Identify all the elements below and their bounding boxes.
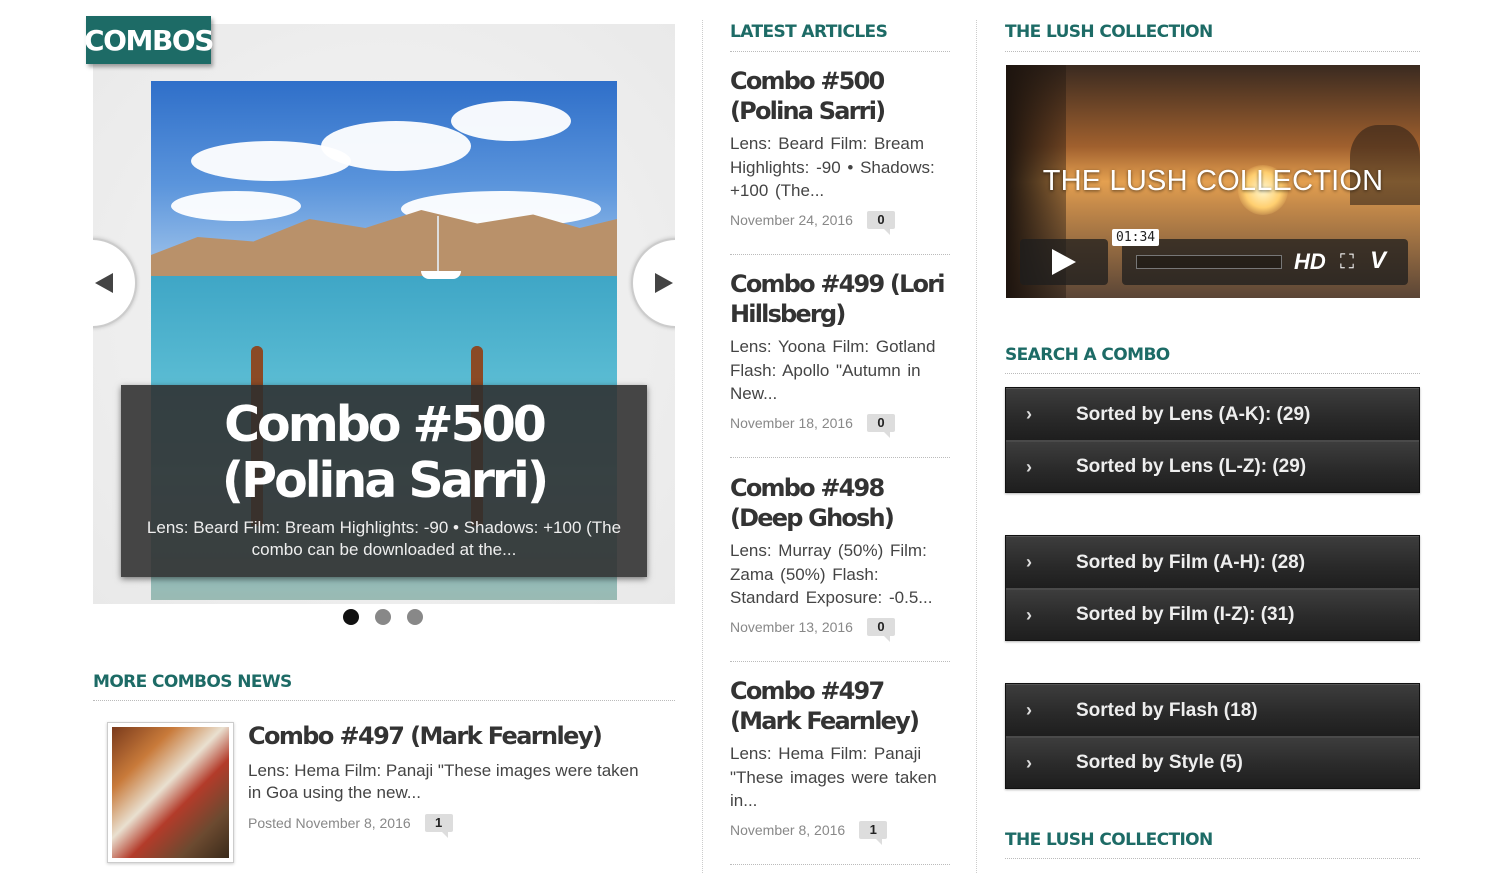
sort-label: Sorted by Lens (A-K): (29) — [1076, 403, 1311, 425]
chevron-right-icon: › — [1026, 700, 1032, 720]
hd-toggle[interactable]: HD — [1294, 249, 1326, 275]
lush-collection-title-2: THE LUSH COLLECTION — [1005, 830, 1420, 859]
news-item-excerpt: Lens: Hema Film: Panaji "These images we… — [248, 761, 639, 802]
sailboat — [421, 271, 461, 279]
article-title[interactable]: Combo #497 (Mark Fearnley) — [730, 676, 950, 736]
slider-dot-2[interactable] — [375, 609, 391, 625]
video-controls: HD ⛶ V — [1122, 239, 1408, 285]
sort-label: Sorted by Film (A-H): (28) — [1076, 551, 1306, 573]
sort-lens-l-z[interactable]: › Sorted by Lens (L-Z): (29) — [1006, 440, 1419, 492]
sort-film-a-h[interactable]: › Sorted by Film (A-H): (28) — [1006, 536, 1419, 588]
article-excerpt: Lens: Murray (50%) Film: Zama (50%) Flas… — [730, 541, 933, 607]
video-time: 01:34 — [1112, 229, 1160, 246]
search-combo-title: SEARCH A COMBO — [1005, 345, 1420, 374]
slider-dots — [343, 609, 423, 625]
arrow-right-icon — [655, 273, 673, 293]
vimeo-logo[interactable]: V — [1370, 247, 1386, 275]
article-item: Combo #497 (Mark Fearnley) Lens: Hema Fi… — [730, 676, 950, 853]
article-divider — [730, 457, 950, 458]
article-title[interactable]: Combo #498 (Deep Ghosh) — [730, 473, 950, 533]
chevron-right-icon: › — [1026, 552, 1032, 572]
video-player[interactable]: THE LUSH COLLECTION 01:34 HD ⛶ V — [1006, 65, 1420, 298]
sort-group-flash-style: › Sorted by Flash (18) › Sorted by Style… — [1005, 683, 1420, 789]
comment-count-badge[interactable]: 1 — [859, 820, 888, 845]
sort-flash[interactable]: › Sorted by Flash (18) — [1006, 684, 1419, 736]
sort-label: Sorted by Flash (18) — [1076, 699, 1258, 721]
article-excerpt: Lens: Hema Film: Panaji "These images we… — [730, 744, 937, 810]
article-meta: November 18, 2016 0 — [730, 413, 950, 446]
sort-style[interactable]: › Sorted by Style (5) — [1006, 736, 1419, 788]
news-item-title[interactable]: Combo #497 (Mark Fearnley) — [248, 722, 603, 750]
slider-dot-3[interactable] — [407, 609, 423, 625]
more-combos-news-title: MORE COMBOS NEWS — [93, 672, 675, 701]
sort-label: Sorted by Film (I-Z): (31) — [1076, 604, 1295, 625]
fullscreen-icon[interactable]: ⛶ — [1340, 251, 1354, 274]
article-date: November 24, 2016 — [730, 211, 853, 228]
combos-section-tag: COMBOS — [84, 16, 214, 64]
article-divider — [730, 254, 950, 255]
sort-group-film: › Sorted by Film (A-H): (28) › Sorted by… — [1005, 535, 1420, 641]
chevron-right-icon: › — [1026, 456, 1032, 477]
video-overlay-title: THE LUSH COLLECTION — [1042, 165, 1384, 197]
article-date: November 18, 2016 — [730, 414, 853, 431]
article-meta: November 24, 2016 0 — [730, 210, 950, 243]
sort-lens-a-k[interactable]: › Sorted by Lens (A-K): (29) — [1006, 388, 1419, 440]
article-item: Combo #500 (Polina Sarri) Lens: Beard Fi… — [730, 66, 950, 243]
article-item: Combo #498 (Deep Ghosh) Lens: Murray (50… — [730, 473, 950, 650]
article-meta: November 8, 2016 1 — [730, 820, 950, 853]
slide-caption-title[interactable]: Combo #500 (Polina Sarri) — [121, 397, 647, 509]
lush-collection-title: THE LUSH COLLECTION — [1005, 22, 1420, 52]
chevron-right-icon: › — [1026, 604, 1032, 625]
sort-label: Sorted by Lens (L-Z): (29) — [1076, 456, 1307, 477]
article-title[interactable]: Combo #499 (Lori Hillsberg) — [730, 269, 950, 329]
arrow-left-icon — [95, 273, 113, 293]
article-date: November 13, 2016 — [730, 618, 853, 635]
column-divider — [976, 20, 977, 873]
comment-count-badge[interactable]: 0 — [866, 617, 895, 642]
comment-count-badge[interactable]: 1 — [424, 814, 453, 838]
article-divider — [730, 864, 950, 865]
video-progress-bar[interactable] — [1136, 255, 1282, 269]
slide-caption-text: Lens: Beard Film: Bream Highlights: -90 … — [146, 518, 622, 559]
slider-dot-1[interactable] — [343, 609, 359, 625]
article-divider — [730, 661, 950, 662]
comment-count-badge[interactable]: 0 — [866, 413, 895, 438]
news-item-meta: Posted November 8, 2016 1 — [248, 814, 453, 838]
article-excerpt: Lens: Beard Film: Bream Highlights: -90 … — [730, 134, 935, 200]
sort-label: Sorted by Style (5) — [1076, 752, 1243, 773]
sort-film-i-z[interactable]: › Sorted by Film (I-Z): (31) — [1006, 588, 1419, 640]
latest-articles-title: LATEST ARTICLES — [730, 22, 950, 52]
slide-caption[interactable]: Combo #500 (Polina Sarri) Lens: Beard Fi… — [121, 385, 647, 577]
article-excerpt: Lens: Yoona Film: Gotland Flash: Apollo … — [730, 337, 936, 403]
play-icon — [1052, 249, 1076, 275]
news-item-date: Posted November 8, 2016 — [248, 815, 411, 831]
slider-next-button[interactable] — [631, 238, 675, 328]
video-play-button[interactable] — [1020, 239, 1108, 285]
chevron-right-icon: › — [1026, 404, 1032, 424]
column-divider — [702, 20, 703, 873]
article-item: Combo #499 (Lori Hillsberg) Lens: Yoona … — [730, 269, 950, 446]
chevron-right-icon: › — [1026, 752, 1032, 773]
article-meta: November 13, 2016 0 — [730, 617, 950, 650]
sort-group-lens: › Sorted by Lens (A-K): (29) › Sorted by… — [1005, 387, 1420, 493]
featured-slider: Combo #500 (Polina Sarri) Lens: Beard Fi… — [93, 24, 675, 604]
article-title[interactable]: Combo #500 (Polina Sarri) — [730, 66, 950, 126]
slider-prev-button[interactable] — [93, 238, 137, 328]
news-thumbnail[interactable] — [107, 722, 234, 863]
article-date: November 8, 2016 — [730, 821, 846, 838]
comment-count-badge[interactable]: 0 — [866, 210, 895, 235]
